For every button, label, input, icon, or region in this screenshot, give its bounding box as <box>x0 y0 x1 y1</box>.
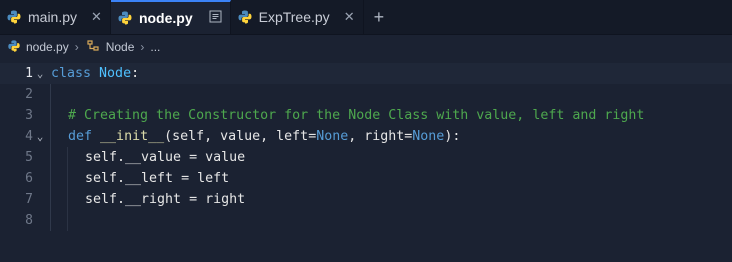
breadcrumb-symbol[interactable]: Node <box>85 39 135 56</box>
breadcrumb-file-label: node.py <box>26 40 69 54</box>
python-icon <box>237 9 253 25</box>
python-icon <box>6 9 22 25</box>
chevron-down-icon[interactable]: ⌄ <box>34 63 46 84</box>
line-number: 4 <box>25 129 33 144</box>
line-number: 8 <box>25 213 33 228</box>
punctuation: : <box>131 66 140 81</box>
chevron-down-icon[interactable]: ⌄ <box>34 126 46 147</box>
code-line[interactable]: 5 self.__value = value <box>0 147 732 168</box>
comment: # Creating the Constructor for the Node … <box>68 108 645 123</box>
new-tab-button[interactable]: + <box>364 0 395 34</box>
line-number: 6 <box>25 171 33 186</box>
code-line[interactable]: 4 ⌄ def __init__(self, value, left=None,… <box>0 126 732 147</box>
code-text: def __init__(self, value, left=None, rig… <box>68 126 460 147</box>
python-icon <box>117 10 133 26</box>
chevron-right-icon: › <box>74 40 79 54</box>
constant: None <box>412 129 445 144</box>
chevron-right-icon: › <box>140 40 145 54</box>
tab-label: main.py <box>28 9 78 25</box>
code-text: # Creating the Constructor for the Node … <box>68 105 644 126</box>
python-icon <box>7 39 21 56</box>
params: , right= <box>348 129 413 144</box>
code-text: self.__left = left <box>85 171 230 186</box>
tab-label: ExpTree.py <box>258 9 330 25</box>
split-preview-icon[interactable] <box>209 10 222 26</box>
function-name: __init__ <box>100 129 165 144</box>
code-text: self.__right = right <box>85 192 246 207</box>
line-number: 7 <box>25 192 33 207</box>
tab-main-py[interactable]: main.py ✕ <box>0 0 111 34</box>
breadcrumb-more[interactable]: ... <box>150 40 160 54</box>
code-editor[interactable]: 1 ⌄ class Node: 2 3 # Creating the Const… <box>0 63 732 262</box>
code-line[interactable]: 1 ⌄ class Node: <box>0 63 732 84</box>
code-line[interactable]: 2 <box>0 84 732 105</box>
params: (self, value, left= <box>164 129 317 144</box>
code-line[interactable]: 7 self.__right = right <box>0 189 732 210</box>
tab-exptree-py[interactable]: ExpTree.py ✕ <box>231 0 364 34</box>
tab-label: node.py <box>138 10 193 26</box>
class-name: Node <box>99 66 132 81</box>
breadcrumb-file[interactable]: node.py <box>7 39 69 56</box>
line-number: 5 <box>25 150 33 165</box>
tab-node-py[interactable]: node.py <box>110 0 231 34</box>
keyword: class <box>51 66 92 81</box>
code-text: class Node: <box>51 63 139 84</box>
class-symbol-icon <box>85 39 101 56</box>
line-number: 2 <box>25 87 33 102</box>
close-icon[interactable]: ✕ <box>91 9 102 25</box>
close-icon[interactable]: ✕ <box>344 9 355 25</box>
code-line[interactable]: 6 self.__left = left <box>0 168 732 189</box>
punctuation: ): <box>444 129 461 144</box>
tab-bar: main.py ✕ node.py ExpTree.py ✕ + <box>0 0 732 35</box>
code-text: self.__value = value <box>85 150 246 165</box>
line-number: 1 <box>25 66 33 81</box>
keyword: def <box>68 129 93 144</box>
line-number: 3 <box>25 108 33 123</box>
code-line[interactable]: 8 <box>0 210 732 231</box>
breadcrumb-symbol-label: Node <box>105 40 135 54</box>
constant: None <box>316 129 349 144</box>
breadcrumb: node.py › Node › ... <box>0 35 732 59</box>
code-line[interactable]: 3 # Creating the Constructor for the Nod… <box>0 105 732 126</box>
